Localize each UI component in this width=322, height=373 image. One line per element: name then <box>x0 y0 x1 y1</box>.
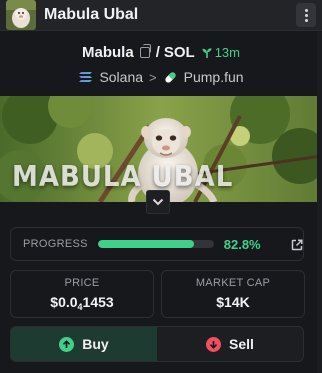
copy-icon[interactable] <box>139 44 151 58</box>
pair-row: Mabula / SOL 13m <box>0 44 322 61</box>
buy-label: Buy <box>82 336 109 352</box>
price-card: PRICE $0.041453 <box>10 270 154 318</box>
expand-banner-button[interactable] <box>146 190 170 214</box>
external-link-icon[interactable] <box>291 239 303 251</box>
dex-name[interactable]: Pump.fun <box>184 69 244 85</box>
chain-separator: > <box>149 69 157 85</box>
buy-button[interactable]: Buy <box>11 327 157 361</box>
progress-label: PROGRESS <box>23 238 88 250</box>
price-value: $0.041453 <box>11 294 153 312</box>
sell-button[interactable]: Sell <box>157 327 303 361</box>
progress-bar-fill <box>97 240 194 248</box>
solana-icon <box>79 72 93 82</box>
price-digits: 1453 <box>82 294 114 310</box>
market-cap-card: MARKET CAP $14K <box>161 270 305 318</box>
bonding-progress-card: PROGRESS 82.8% <box>10 227 304 261</box>
chevron-down-icon <box>152 198 164 206</box>
chain-row: Solana > Pump.fun <box>0 69 322 85</box>
sell-label: Sell <box>229 336 254 352</box>
trade-toggle: Buy Sell <box>10 326 304 362</box>
scrollbar[interactable] <box>317 32 322 373</box>
quote-symbol: SOL <box>163 44 195 61</box>
token-banner: MABULA UBAL <box>0 96 322 202</box>
progress-value: 82.8% <box>223 236 261 252</box>
pair-age-text: 13m <box>214 45 240 60</box>
market-cap-label: MARKET CAP <box>195 277 271 289</box>
token-title: Mabula Ubal <box>44 6 139 23</box>
base-symbol: Mabula <box>82 44 134 61</box>
price-label: PRICE <box>64 277 100 289</box>
sprout-icon <box>202 47 212 58</box>
pair-slash: / <box>155 44 160 61</box>
arrow-down-icon <box>206 336 222 352</box>
more-options-icon[interactable] <box>296 3 316 27</box>
arrow-up-icon <box>59 336 75 352</box>
market-cap-value: $14K <box>216 294 250 310</box>
chain-name[interactable]: Solana <box>99 69 143 85</box>
token-avatar[interactable] <box>6 0 36 30</box>
price-prefix: $0.0 <box>50 294 78 310</box>
progress-bar <box>97 240 214 248</box>
pair-header: Mabula / SOL 13m Solana > Pump.fun <box>0 32 322 96</box>
pill-icon <box>165 71 176 83</box>
top-bar: Mabula Ubal <box>0 0 322 31</box>
banner-title-text: MABULA UBAL <box>12 160 234 194</box>
pair-age: 13m <box>201 45 240 60</box>
